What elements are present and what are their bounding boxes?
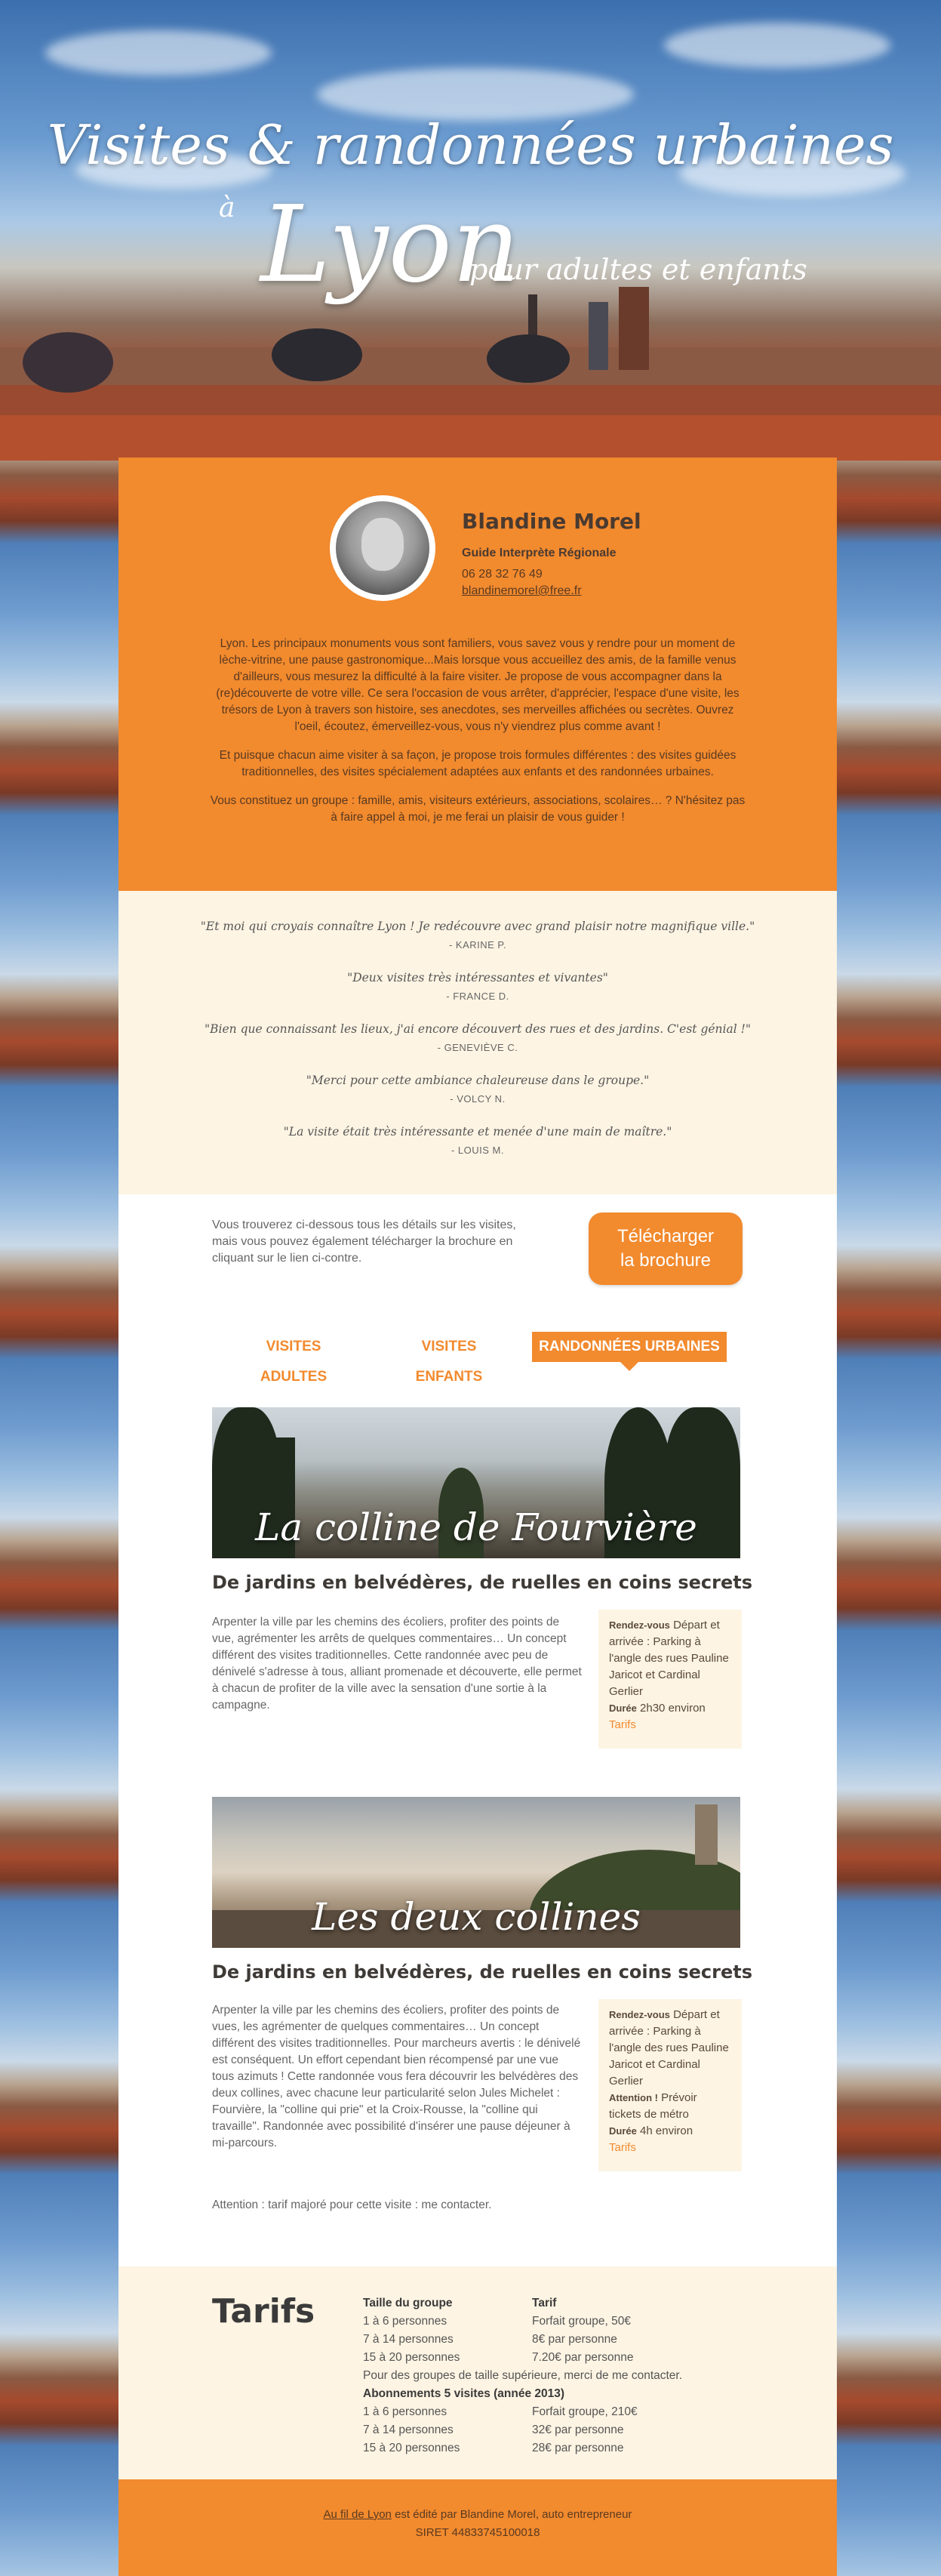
table-cell: Forfait groupe, 50€: [532, 2315, 631, 2328]
tour-info-box: Rendez-vous Départ et arrivée : Parking …: [598, 1999, 742, 2171]
table-cell: Forfait groupe, 210€: [532, 2405, 638, 2418]
table-cell: 15 à 20 personnes: [363, 2442, 460, 2454]
intro-paragraph: Vous constituez un groupe : famille, ami…: [210, 794, 746, 824]
guide-phone: 06 28 32 76 49: [462, 568, 543, 581]
intro-text: Lyon. Les principaux monuments vous sont…: [209, 636, 746, 838]
background-right: [823, 461, 941, 2576]
tarifs-section: Tarifs Taille du groupe Tarif 1 à 6 pers…: [118, 2266, 837, 2479]
tarifs-link[interactable]: Tarifs: [609, 1718, 636, 1731]
tour-title: De jardins en belvédères, de ruelles en …: [212, 1572, 753, 1593]
tour-banner-title: La colline de Fourvière: [255, 1505, 697, 1549]
testimonial-text: "Bien que connaissant les lieux, j'ai en…: [204, 1022, 751, 1036]
testimonial-author: - GENEVIÈVE C.: [437, 1042, 518, 1053]
testimonial-author: - LOUIS M.: [451, 1145, 504, 1156]
footer-line: Au fil de Lyon est édité par Blandine Mo…: [118, 2508, 837, 2521]
city-skyline: [0, 287, 941, 461]
tour-note: Attention : tarif majoré pour cette visi…: [212, 2199, 492, 2211]
brochure-text: Vous trouverez ci-dessous tous les détai…: [212, 1219, 516, 1265]
table-cell: 8€ par personne: [532, 2333, 617, 2346]
testimonial-author: - FRANCE D.: [446, 991, 509, 1002]
testimonial-text: "La visite était très intéressante et me…: [283, 1125, 672, 1139]
testimonial: "Deux visites très intéressantes et viva…: [118, 971, 837, 1002]
info-label: Rendez-vous: [609, 1619, 670, 1631]
guide-role: Guide Interprète Régionale: [462, 547, 617, 559]
info-value: 2h30 environ: [640, 1702, 706, 1715]
profile-section: Blandine Morel Guide Interprète Régional…: [118, 458, 837, 891]
table-cell: 7.20€ par personne: [532, 2351, 634, 2364]
table-cell: 7 à 14 personnes: [363, 2333, 454, 2346]
info-value: 4h environ: [640, 2125, 693, 2137]
guide-email-link[interactable]: blandinemorel@free.fr: [462, 584, 582, 598]
footer-text: est édité par Blandine Morel, auto entre…: [395, 2508, 632, 2521]
footer-site-link[interactable]: Au fil de Lyon: [324, 2508, 392, 2521]
tab-randonnees-urbaines[interactable]: RANDONNÉES URBAINES: [532, 1332, 727, 1371]
table-header: Taille du groupe: [363, 2297, 453, 2309]
tarifs-note: Pour des groupes de taille supérieure, m…: [363, 2369, 683, 2382]
info-label: Durée: [609, 1702, 637, 1714]
tours-section: Vous trouverez ci-dessous tous les détai…: [118, 1194, 837, 2266]
testimonial: "Et moi qui croyais connaître Lyon ! Je …: [118, 920, 837, 951]
tour-info-box: Rendez-vous Départ et arrivée : Parking …: [598, 1610, 742, 1749]
tour-title: De jardins en belvédères, de ruelles en …: [212, 1961, 753, 1983]
footer: Au fil de Lyon est édité par Blandine Mo…: [118, 2479, 837, 2576]
button-label: Télécharger: [617, 1226, 715, 1246]
tour-banner-image: La colline de Fourvière: [212, 1407, 740, 1558]
tour-banner-image: Les deux collines: [212, 1797, 740, 1948]
avatar: [330, 495, 435, 601]
intro-paragraph: Lyon. Les principaux monuments vous sont…: [216, 637, 740, 733]
info-label: Durée: [609, 2125, 637, 2137]
hero-title: Visites & randonnées urbaines: [47, 113, 894, 177]
guide-name: Blandine Morel: [462, 509, 641, 534]
tour-description: Arpenter la ville par les chemins des éc…: [212, 2004, 581, 2149]
testimonial-author: - VOLCY N.: [450, 1093, 506, 1105]
testimonial: "La visite était très intéressante et me…: [118, 1125, 837, 1156]
info-label: Rendez-vous: [609, 2009, 670, 2020]
background-left: [0, 461, 118, 2576]
download-brochure-button[interactable]: Télécharger la brochure: [589, 1213, 743, 1285]
hero-banner: Visites & randonnées urbaines à Lyon pou…: [0, 0, 941, 461]
testimonial-author: - KARINE P.: [448, 939, 507, 951]
tab-visites-adultes[interactable]: VISITES ADULTES: [233, 1332, 354, 1385]
table-cell: 28€ par personne: [532, 2442, 624, 2454]
tarifs-link[interactable]: Tarifs: [609, 2141, 636, 2154]
table-cell: 7 à 14 personnes: [363, 2423, 454, 2436]
hero-subtitle: pour adultes et enfants: [469, 253, 807, 286]
abonnements-title: Abonnements 5 visites (année 2013): [363, 2387, 565, 2400]
tour-banner-title: Les deux collines: [312, 1895, 641, 1939]
button-label: la brochure: [620, 1250, 712, 1271]
footer-siret: SIRET 44833745100018: [415, 2526, 540, 2539]
tab-visites-enfants[interactable]: VISITES ENFANTS: [389, 1332, 509, 1385]
tarifs-title: Tarifs: [212, 2292, 315, 2331]
hero-preposition: à: [219, 193, 235, 223]
table-cell: 1 à 6 personnes: [363, 2315, 447, 2328]
table-cell: 1 à 6 personnes: [363, 2405, 447, 2418]
testimonial-text: "Deux visites très intéressantes et viva…: [347, 971, 608, 984]
tour-description: Arpenter la ville par les chemins des éc…: [212, 1616, 582, 1712]
table-header: Tarif: [532, 2297, 557, 2309]
info-label: Attention !: [609, 2092, 658, 2103]
table-cell: 32€ par personne: [532, 2423, 624, 2436]
table-cell: 15 à 20 personnes: [363, 2351, 460, 2364]
testimonial: "Bien que connaissant les lieux, j'ai en…: [118, 1022, 837, 1053]
testimonial-text: "Et moi qui croyais connaître Lyon ! Je …: [200, 920, 755, 933]
intro-paragraph: Et puisque chacun aime visiter à sa faço…: [219, 749, 737, 778]
testimonial-text: "Merci pour cette ambiance chaleureuse d…: [306, 1074, 650, 1087]
testimonials-section: "Et moi qui croyais connaître Lyon ! Je …: [118, 891, 837, 1194]
testimonial: "Merci pour cette ambiance chaleureuse d…: [118, 1074, 837, 1105]
